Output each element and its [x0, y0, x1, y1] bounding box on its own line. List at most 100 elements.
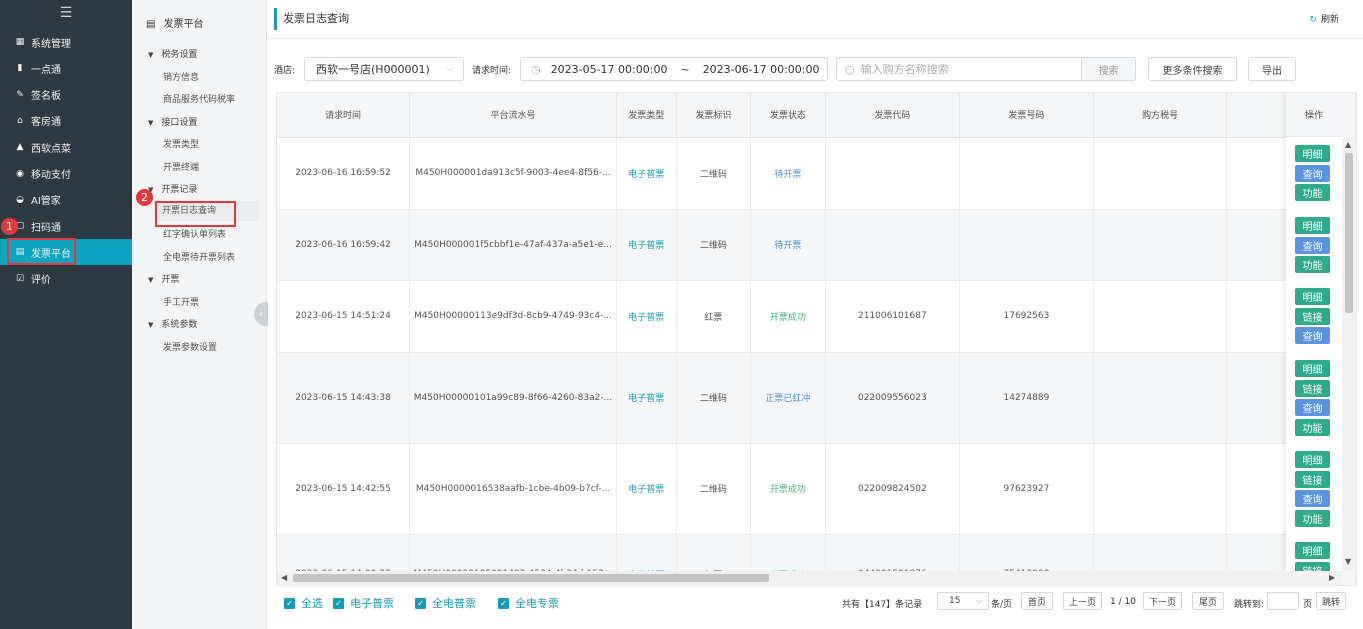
request-time-cell: 2023-06-15 14:43:38 — [277, 352, 411, 444]
sidebar-item-1[interactable]: ▮ 一点通 — [0, 55, 132, 81]
invoice-type-cell: 电子普票 — [616, 137, 677, 210]
submenu-item-1-1[interactable]: 开票终端 — [163, 160, 199, 173]
submenu-group-label: 开票记录 — [161, 185, 198, 195]
filter-checkbox-3[interactable]: ✓ 全电专票 — [498, 595, 559, 611]
op-button-功能[interactable]: 功能 — [1295, 509, 1330, 527]
scroll-down-icon[interactable]: ▼ — [1345, 557, 1351, 566]
sidebar-item-7[interactable]: ▢ 扫码通 — [0, 213, 132, 239]
op-button-查询[interactable]: 查询 — [1295, 236, 1330, 254]
table-row[interactable]: 2023-06-15 14:51:24 M450H00000113e9df3d-8… — [277, 280, 1356, 353]
hotel-select[interactable]: 西软一号店(H000001) ⌵ — [304, 57, 464, 81]
horizontal-scrollbar[interactable]: ◀ ▶ — [277, 571, 1342, 585]
sidebar-item-4[interactable]: ▲ 西软点菜 — [0, 134, 132, 160]
op-button-查询[interactable]: 查询 — [1295, 164, 1330, 182]
page-title: 发票日志查询 — [274, 8, 349, 30]
date-range-picker[interactable]: ◷ 2023-05-17 00:00:00 ~ 2023-06-17 00:00… — [520, 57, 828, 81]
submenu-item-3-0[interactable]: 手工开票 — [163, 295, 199, 308]
vertical-scroll-thumb[interactable] — [1345, 153, 1353, 313]
more-search-button[interactable]: 更多条件搜索 — [1148, 57, 1237, 81]
op-button-功能[interactable]: 功能 — [1295, 418, 1330, 436]
checkbox-checked-icon[interactable]: ✓ — [333, 597, 344, 609]
submenu-group-label: 开票 — [161, 275, 180, 285]
sidebar-item-3[interactable]: ⌂ 客房通 — [0, 108, 132, 134]
checkbox-checked-icon[interactable]: ✓ — [284, 597, 295, 609]
table-row[interactable]: 2023-06-15 14:43:38 M450H00000101a99c89-8… — [277, 352, 1356, 444]
ops-header: 操作 — [1286, 93, 1342, 137]
invoice-status-cell: 正票已红冲 — [750, 352, 826, 444]
search-button[interactable]: 搜索 — [1081, 57, 1136, 81]
op-button-查询[interactable]: 查询 — [1295, 327, 1330, 344]
submenu-header-label: 发票平台 — [163, 19, 204, 30]
submenu-group-1[interactable]: ▼ 接口设置 — [148, 115, 197, 128]
menu-toggle-icon[interactable]: ☰ — [0, 0, 132, 26]
pen-icon: ✎ — [16, 89, 24, 100]
submenu-item-1-0[interactable]: 发票类型 — [163, 137, 199, 150]
op-button-明细[interactable]: 明细 — [1295, 542, 1330, 559]
first-page-button[interactable]: 首页 — [1021, 592, 1053, 610]
horizontal-scroll-thumb[interactable] — [293, 574, 769, 582]
column-header-2: 发票类型 — [616, 93, 677, 138]
submenu-item-0-0[interactable]: 销方信息 — [163, 70, 199, 83]
buyer-search-input[interactable]: ○ 输入购方名称搜索 — [836, 57, 1082, 81]
filter-checkbox-1[interactable]: ✓ 电子普票 — [333, 595, 394, 611]
submenu-group-4[interactable]: ▼ 系统参数 — [148, 317, 197, 330]
op-button-明细[interactable]: 明细 — [1295, 145, 1330, 162]
checkbox-checked-icon[interactable]: ✓ — [498, 597, 509, 609]
op-button-链接[interactable]: 链接 — [1295, 307, 1330, 325]
end-date[interactable]: 2023-06-17 00:00:00 — [703, 63, 820, 76]
invoice-mark-cell: 二维码 — [676, 443, 752, 535]
page-size-select[interactable]: 15 ⌵ — [937, 592, 989, 610]
op-button-明细[interactable]: 明细 — [1295, 451, 1330, 468]
sidebar-item-label: 系统管理 — [31, 38, 71, 50]
sidebar-item-9[interactable]: ☑ 评价 — [0, 266, 132, 292]
sidebar-item-0[interactable]: ▦ 系统管理 — [0, 29, 132, 55]
caret-down-icon: ▼ — [148, 321, 154, 329]
refresh-button[interactable]: ↻ 刷新 — [1309, 12, 1339, 25]
range-separator: ~ — [680, 62, 690, 76]
vertical-scrollbar[interactable]: ▲ ▼ — [1342, 137, 1356, 571]
sidebar-item-label: 西软点菜 — [31, 143, 71, 155]
scroll-left-icon[interactable]: ◀ — [281, 573, 287, 582]
submenu-group-0[interactable]: ▼ 税务设置 — [148, 47, 197, 60]
next-page-button[interactable]: 下一页 — [1143, 592, 1182, 610]
jump-button[interactable]: 跳转 — [1316, 592, 1346, 610]
start-date[interactable]: 2023-05-17 00:00:00 — [551, 63, 668, 76]
export-button[interactable]: 导出 — [1248, 57, 1296, 81]
invoice-type-cell: 电子普票 — [616, 352, 677, 444]
op-button-功能[interactable]: 功能 — [1295, 184, 1330, 201]
op-button-链接[interactable]: 链接 — [1295, 470, 1330, 488]
step-badge-2: 2 — [136, 189, 153, 206]
op-button-明细[interactable]: 明细 — [1295, 217, 1330, 234]
submenu-group-3[interactable]: ▼ 开票 — [148, 272, 179, 285]
submenu-item-2-1[interactable]: 红字确认单列表 — [163, 227, 226, 240]
filter-checkbox-2[interactable]: ✓ 全电普票 — [415, 595, 476, 611]
submenu-item-4-0[interactable]: 发票参数设置 — [163, 340, 217, 353]
filter-checkbox-0[interactable]: ✓ 全选 — [284, 595, 323, 611]
op-button-功能[interactable]: 功能 — [1295, 256, 1330, 273]
last-page-button[interactable]: 尾页 — [1192, 592, 1224, 610]
sidebar-item-5[interactable]: ◉ 移动支付 — [0, 161, 132, 187]
prev-page-button[interactable]: 上一页 — [1063, 592, 1102, 610]
invoice-code-cell: 022009556023 — [825, 352, 960, 444]
submenu-item-0-1[interactable]: 商品服务代码税率 — [163, 92, 235, 105]
invoice-number-cell — [959, 137, 1094, 210]
submenu-item-2-2[interactable]: 全电票待开票列表 — [163, 250, 235, 263]
table-row[interactable]: 2023-06-15 14:42:55 M450H0000016538aafb-1… — [277, 443, 1356, 535]
data-table: 请求时间平台流水号发票类型发票标识发票状态发票代码发票号码购方税号购 2023-… — [277, 93, 1356, 585]
op-button-链接[interactable]: 链接 — [1295, 379, 1330, 397]
sidebar-item-6[interactable]: ◒ AI管家 — [0, 187, 132, 213]
checkbox-checked-icon[interactable]: ✓ — [415, 597, 426, 609]
scroll-up-icon[interactable]: ▲ — [1345, 140, 1351, 149]
submenu-group-2[interactable]: ▼ 开票记录 — [148, 182, 197, 195]
column-header-7: 购方税号 — [1093, 93, 1228, 138]
jump-page-input[interactable] — [1267, 592, 1299, 610]
op-button-查询[interactable]: 查询 — [1295, 490, 1330, 507]
scroll-right-icon[interactable]: ▶ — [1329, 573, 1335, 582]
table-row[interactable]: 2023-06-16 16:59:42 M450H000001f5cbbf1e-4… — [277, 209, 1356, 281]
op-button-明细[interactable]: 明细 — [1295, 360, 1330, 377]
sidebar-item-label: 扫码通 — [31, 222, 61, 234]
op-button-查询[interactable]: 查询 — [1295, 399, 1330, 416]
op-button-明细[interactable]: 明细 — [1295, 288, 1330, 305]
sidebar-item-2[interactable]: ✎ 签名板 — [0, 82, 132, 108]
table-row[interactable]: 2023-06-16 16:59:52 M450H000001da913c5f-9… — [277, 137, 1356, 210]
